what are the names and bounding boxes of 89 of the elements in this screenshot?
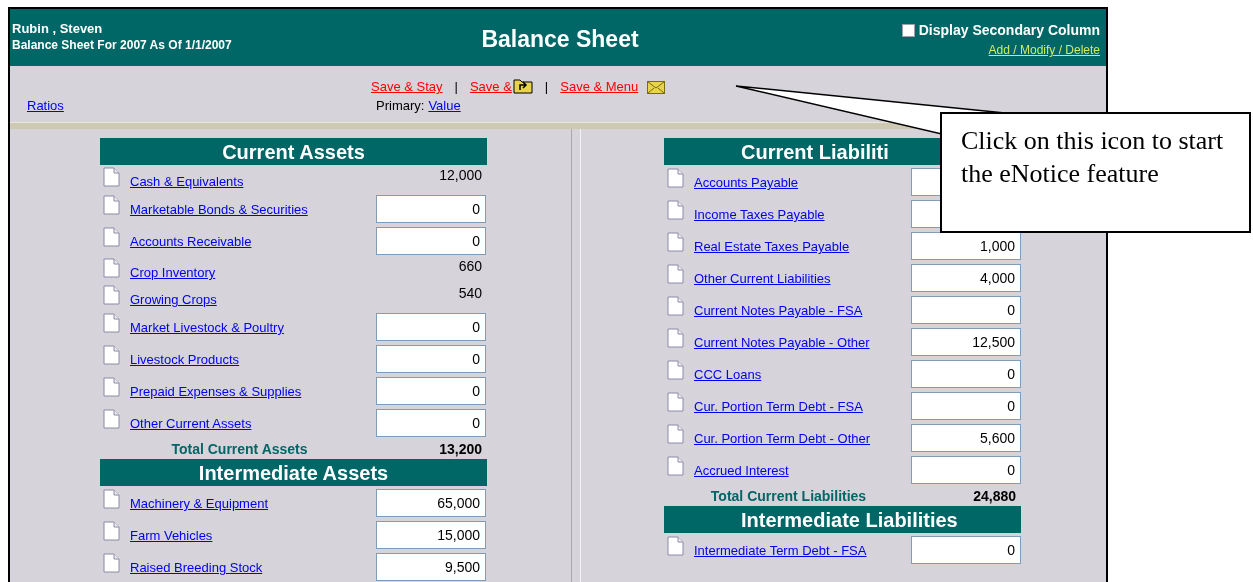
document-icon[interactable]: [103, 377, 120, 397]
account-link[interactable]: Raised Breeding Stock: [130, 560, 376, 576]
amount-field[interactable]: 4,000: [911, 264, 1021, 292]
amount-field[interactable]: 0: [376, 227, 486, 255]
document-icon[interactable]: [103, 313, 120, 333]
account-link[interactable]: Accounts Payable: [694, 175, 911, 191]
document-icon[interactable]: [667, 264, 684, 284]
amount-field[interactable]: 0: [376, 409, 486, 437]
document-icon[interactable]: [103, 167, 120, 187]
account-link[interactable]: Income Taxes Payable: [694, 207, 911, 223]
account-link[interactable]: Real Estate Taxes Payable: [694, 239, 911, 255]
account-link[interactable]: Cash & Equivalents: [130, 174, 376, 190]
document-icon[interactable]: [103, 227, 120, 247]
folder-up-icon[interactable]: [512, 76, 533, 94]
document-icon[interactable]: [667, 456, 684, 476]
account-link[interactable]: Prepaid Expenses & Supplies: [130, 384, 376, 400]
amount-text: 540: [457, 285, 483, 301]
document-icon[interactable]: [103, 285, 120, 305]
account-link[interactable]: Intermediate Term Debt - FSA: [694, 543, 911, 559]
document-icon[interactable]: [103, 553, 120, 573]
section-heading: Current Liabiliti: [741, 139, 889, 164]
amount-field[interactable]: 12,500: [911, 328, 1021, 356]
separator: |: [454, 78, 458, 97]
account-link[interactable]: Accrued Interest: [694, 463, 911, 479]
document-icon[interactable]: [103, 489, 120, 509]
amount-field[interactable]: 0: [911, 456, 1021, 484]
page-title: Balance Sheet: [481, 25, 639, 53]
account-link[interactable]: Accounts Receivable: [130, 234, 376, 250]
document-icon[interactable]: [667, 232, 684, 252]
account-link[interactable]: Farm Vehicles: [130, 528, 376, 544]
account-link[interactable]: Current Notes Payable - FSA: [694, 303, 911, 319]
section-heading: Intermediate Assets: [198, 460, 389, 485]
account-link[interactable]: Cur. Portion Term Debt - Other: [694, 431, 911, 447]
document-icon[interactable]: [667, 168, 684, 188]
account-link[interactable]: CCC Loans: [694, 367, 911, 383]
checkbox-label: Display Secondary Column: [918, 22, 1100, 38]
document-icon[interactable]: [667, 424, 684, 444]
account-link[interactable]: Machinery & Equipment: [130, 496, 376, 512]
amount-field[interactable]: 0: [911, 392, 1021, 420]
amount-field[interactable]: 65,000: [376, 489, 486, 517]
sheet-subtitle: Balance Sheet For 2007 As Of 1/1/2007: [12, 37, 233, 53]
amount-field[interactable]: 1,000: [911, 232, 1021, 260]
envelope-icon[interactable]: [647, 80, 666, 94]
document-icon[interactable]: [103, 195, 120, 215]
document-icon[interactable]: [667, 296, 684, 316]
separator: |: [544, 78, 549, 97]
document-icon[interactable]: [103, 521, 120, 541]
amount-text: 12,000: [438, 167, 483, 183]
account-link[interactable]: Growing Crops: [130, 292, 376, 308]
document-icon[interactable]: [667, 200, 684, 220]
amount-field[interactable]: 9,500: [376, 553, 486, 581]
amount-text: 660: [457, 258, 483, 274]
account-link[interactable]: Other Current Liabilities: [694, 271, 911, 287]
account-link[interactable]: Market Livestock & Poultry: [130, 320, 376, 336]
amount-field[interactable]: 0: [911, 536, 1021, 564]
document-icon[interactable]: [103, 409, 120, 429]
document-icon[interactable]: [103, 345, 120, 365]
amount-field[interactable]: 0: [376, 313, 486, 341]
amount-field[interactable]: 15,000: [376, 521, 486, 549]
section-heading: Current Assets: [222, 139, 365, 164]
total-label: Total Current Liabilities: [709, 487, 868, 504]
document-icon[interactable]: [667, 328, 684, 348]
amount-field[interactable]: 0: [911, 360, 1021, 388]
primary-value-link[interactable]: Value: [428, 96, 461, 116]
account-link[interactable]: Cur. Portion Term Debt - FSA: [694, 399, 911, 415]
account-link[interactable]: Crop Inventory: [130, 265, 376, 281]
ratios-link[interactable]: Ratios: [27, 96, 376, 116]
amount-field[interactable]: 0: [911, 296, 1021, 324]
amount-field[interactable]: 0: [376, 345, 486, 373]
document-icon[interactable]: [667, 360, 684, 380]
amount-field[interactable]: 5,600: [911, 424, 1021, 452]
account-link[interactable]: Other Current Assets: [130, 416, 376, 432]
user-name: Rubin , Steven: [12, 21, 104, 37]
total-value: 13,200: [438, 440, 483, 457]
account-link[interactable]: Livestock Products: [130, 352, 376, 368]
document-icon[interactable]: [667, 536, 684, 556]
account-link[interactable]: Current Notes Payable - Other: [694, 335, 911, 351]
amount-field[interactable]: 0: [376, 195, 486, 223]
document-icon[interactable]: [103, 258, 120, 278]
total-value: 24,880: [972, 487, 1017, 504]
add-modify-delete-link[interactable]: Add / Modify / Delete: [988, 42, 1100, 58]
checkbox[interactable]: [901, 23, 915, 37]
primary-label: Primary:: [376, 97, 425, 116]
document-icon[interactable]: [667, 392, 684, 412]
account-link[interactable]: Marketable Bonds & Securities: [130, 202, 376, 218]
total-label: Total Current Assets: [170, 440, 309, 457]
amount-field[interactable]: 0: [376, 377, 486, 405]
section-heading: Intermediate Liabilities: [741, 507, 958, 532]
callout-tooltip-text: Click on this icon to start the eNotice feature: [961, 125, 1225, 190]
